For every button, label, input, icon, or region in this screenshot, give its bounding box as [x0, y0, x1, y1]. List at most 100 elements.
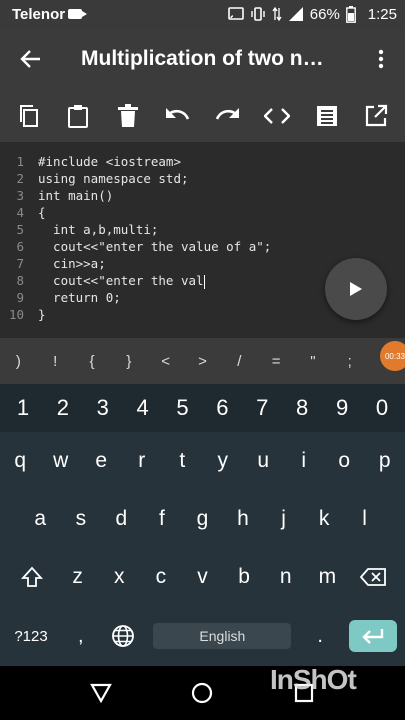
key-0[interactable]: 0 [364, 395, 400, 421]
code-text: #include <iostream> [38, 154, 181, 169]
overflow-menu-button[interactable] [357, 28, 405, 90]
key-1[interactable]: 1 [5, 395, 41, 421]
code-text: cout<<"enter the val [38, 273, 204, 288]
symbol-key[interactable]: " [296, 353, 329, 370]
key-h[interactable]: h [225, 507, 261, 531]
code-text: int a,b,multi; [38, 222, 159, 237]
key-i[interactable]: i [286, 449, 322, 473]
key-e[interactable]: e [83, 449, 119, 473]
code-line: 6 cout<<"enter the value of a"; [0, 239, 405, 256]
key-b[interactable]: b [226, 565, 262, 589]
carrier-name: Telenor [12, 5, 66, 23]
arrow-left-icon [20, 50, 40, 68]
letter-row-2: a s d f g h j k l [0, 490, 405, 548]
open-external-button[interactable] [356, 96, 396, 136]
key-l[interactable]: l [347, 507, 383, 531]
period-key[interactable]: . [307, 625, 333, 648]
line-number: 6 [16, 239, 24, 254]
data-arrows-icon [272, 6, 282, 22]
back-triangle-icon [89, 683, 112, 703]
symbol-key[interactable]: = [260, 353, 293, 370]
key-d[interactable]: d [103, 507, 139, 531]
back-button[interactable] [0, 28, 62, 90]
key-6[interactable]: 6 [204, 395, 240, 421]
run-button[interactable] [325, 258, 387, 320]
code-text: { [38, 205, 46, 220]
comma-key[interactable]: , [70, 625, 92, 648]
language-key[interactable] [108, 624, 138, 648]
key-f[interactable]: f [144, 507, 180, 531]
symbol-key[interactable]: ) [2, 353, 35, 370]
key-7[interactable]: 7 [244, 395, 280, 421]
redo-button[interactable] [207, 96, 247, 136]
copy-button[interactable] [9, 96, 49, 136]
key-p[interactable]: p [367, 449, 403, 473]
letter-row-1: q w e r t y u i o p [0, 432, 405, 490]
document-button[interactable] [307, 96, 347, 136]
key-x[interactable]: x [101, 565, 137, 589]
key-2[interactable]: 2 [45, 395, 81, 421]
symbol-key[interactable]: ; [333, 353, 366, 370]
key-w[interactable]: w [43, 449, 79, 473]
undo-button[interactable] [158, 96, 198, 136]
delete-button[interactable] [108, 96, 148, 136]
line-number: 3 [16, 188, 24, 203]
key-z[interactable]: z [60, 565, 96, 589]
code-button[interactable] [257, 96, 297, 136]
key-n[interactable]: n [268, 565, 304, 589]
home-circle-icon [192, 682, 213, 704]
symbols-key[interactable]: ?123 [8, 628, 54, 645]
globe-icon [111, 625, 134, 647]
key-o[interactable]: o [326, 449, 362, 473]
key-r[interactable]: r [124, 449, 160, 473]
key-3[interactable]: 3 [85, 395, 121, 421]
nav-back-button[interactable] [81, 673, 121, 713]
symbol-key[interactable]: > [186, 353, 219, 370]
soft-keyboard: 1 2 3 4 5 6 7 8 9 0 q w e r t y u i o p … [0, 384, 405, 666]
bottom-row: ?123 , English . [0, 606, 405, 666]
backspace-key[interactable] [351, 568, 395, 586]
redo-icon [216, 108, 240, 120]
code-line: 4{ [0, 205, 405, 222]
text-cursor [203, 274, 205, 289]
line-number: 2 [16, 171, 24, 186]
nav-home-button[interactable] [182, 673, 222, 713]
status-icons: 66% 1:25 [227, 5, 397, 23]
key-a[interactable]: a [22, 507, 58, 531]
key-q[interactable]: q [2, 449, 38, 473]
line-number: 9 [16, 290, 24, 305]
key-4[interactable]: 4 [125, 395, 161, 421]
key-m[interactable]: m [309, 565, 345, 589]
play-icon [350, 282, 362, 296]
key-8[interactable]: 8 [284, 395, 320, 421]
key-5[interactable]: 5 [165, 395, 201, 421]
open-external-icon [366, 104, 388, 127]
key-g[interactable]: g [184, 507, 220, 531]
code-line: 2 using namespace std; [0, 171, 405, 188]
key-y[interactable]: y [205, 449, 241, 473]
battery-icon [345, 5, 356, 23]
symbol-key[interactable]: / [223, 353, 256, 370]
key-k[interactable]: k [306, 507, 342, 531]
battery-percent: 66% [309, 5, 340, 23]
key-s[interactable]: s [63, 507, 99, 531]
letter-row-3: z x c v b n m [0, 548, 405, 606]
key-9[interactable]: 9 [324, 395, 360, 421]
symbol-key[interactable]: { [76, 353, 109, 370]
key-c[interactable]: c [143, 565, 179, 589]
key-u[interactable]: u [245, 449, 281, 473]
code-icon [263, 108, 290, 124]
vibrate-icon [251, 7, 265, 21]
key-j[interactable]: j [266, 507, 302, 531]
space-bar[interactable]: English [153, 623, 292, 649]
enter-key[interactable] [348, 620, 397, 652]
shift-key[interactable] [10, 566, 54, 588]
enter-arrow-icon [362, 629, 384, 644]
key-v[interactable]: v [185, 565, 221, 589]
more-vert-icon [378, 49, 384, 69]
symbol-key[interactable]: ! [39, 353, 72, 370]
key-t[interactable]: t [164, 449, 200, 473]
symbol-key[interactable]: } [112, 353, 145, 370]
paste-button[interactable] [58, 96, 98, 136]
symbol-key[interactable]: < [149, 353, 182, 370]
